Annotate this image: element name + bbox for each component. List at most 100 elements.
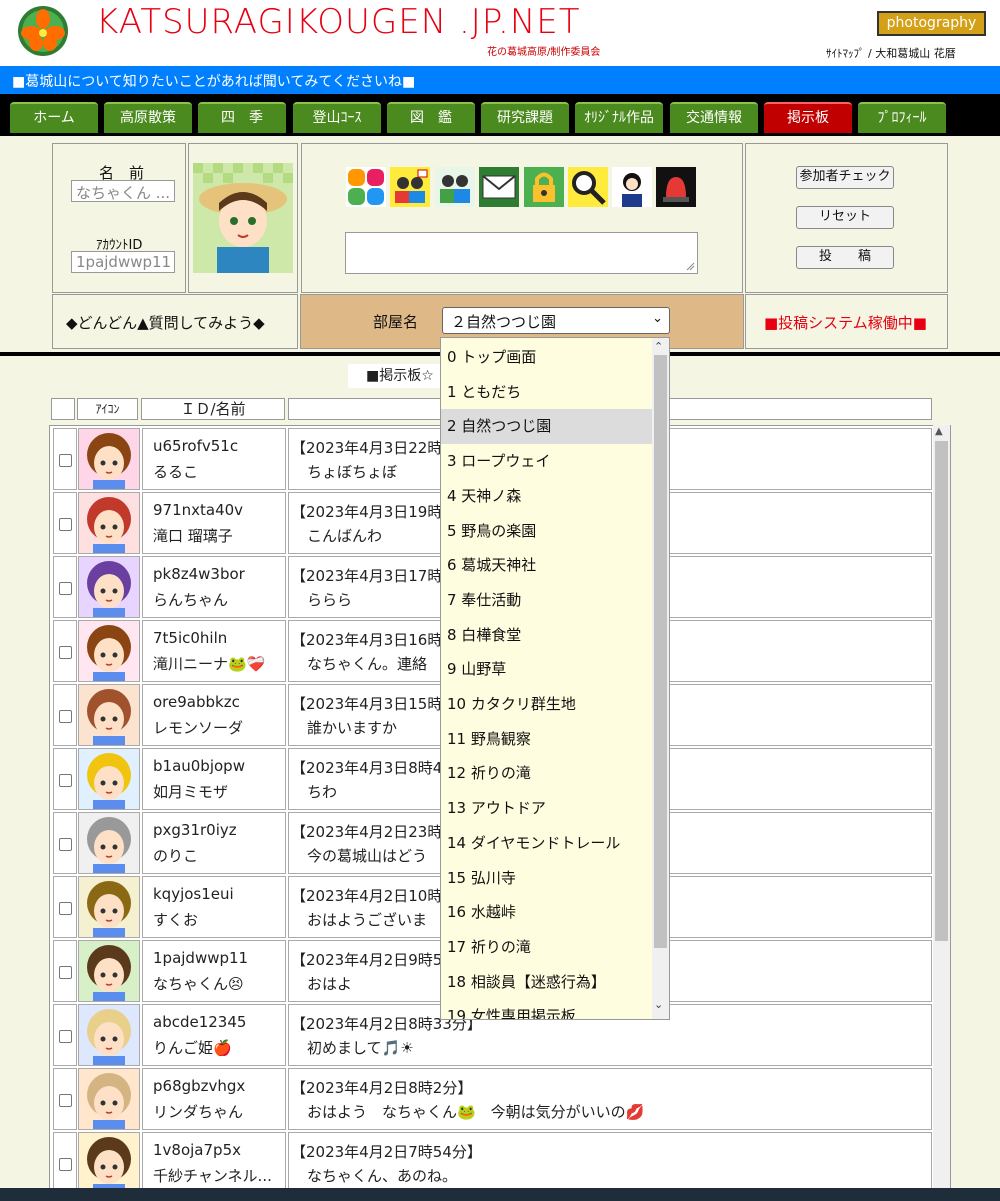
participant-check-button[interactable]: 参加者チェック bbox=[796, 166, 894, 189]
dropdown-option[interactable]: 5 野鳥の楽園 bbox=[441, 514, 653, 549]
user-id[interactable]: 1v8oja7p5x bbox=[153, 1141, 241, 1159]
dropdown-option[interactable]: 2 自然つつじ園 bbox=[441, 409, 653, 445]
group-icon[interactable] bbox=[435, 167, 475, 207]
sitemap-link[interactable]: ｻｲﾄﾏｯﾌﾟ / 大和葛城山 花暦 bbox=[826, 45, 956, 61]
tab-home[interactable]: ホーム bbox=[10, 102, 98, 133]
dropdown-option[interactable]: 7 奉仕活動 bbox=[441, 583, 653, 618]
select-checkbox[interactable] bbox=[59, 774, 72, 787]
user-avatar-icon[interactable] bbox=[79, 621, 139, 681]
user-avatar-icon[interactable] bbox=[79, 941, 139, 1001]
dropdown-option[interactable]: 10 カタクリ群生地 bbox=[441, 687, 653, 722]
list-scroll-thumb[interactable] bbox=[935, 441, 948, 941]
user-avatar-icon[interactable] bbox=[79, 1005, 139, 1065]
user-id[interactable]: p68gbzvhgx bbox=[153, 1077, 245, 1095]
envelope-icon[interactable] bbox=[479, 167, 519, 207]
dropdown-option[interactable]: 15 弘川寺 bbox=[441, 861, 653, 896]
user-id[interactable]: pk8z4w3bor bbox=[153, 565, 245, 583]
name-input[interactable]: なちゃくん ... bbox=[71, 180, 175, 202]
dropdown-option[interactable]: 19 女性専用掲示板 bbox=[441, 999, 653, 1019]
magnifier-icon[interactable] bbox=[568, 167, 608, 207]
select-checkbox[interactable] bbox=[59, 1158, 72, 1171]
tab-walk[interactable]: 高原散策 bbox=[104, 102, 192, 133]
user-id[interactable]: abcde12345 bbox=[153, 1013, 246, 1031]
dropdown-option[interactable]: 18 相談員【迷惑行為】 bbox=[441, 965, 653, 1000]
photography-button[interactable]: photography bbox=[877, 11, 986, 36]
alarm-light-icon[interactable] bbox=[656, 167, 696, 207]
tab-courses[interactable]: 登山ｺｰｽ bbox=[293, 102, 381, 133]
user-avatar-icon[interactable] bbox=[79, 493, 139, 553]
id-cell: pxg31r0iyz のりこ bbox=[142, 812, 286, 874]
select-checkbox[interactable] bbox=[59, 902, 72, 915]
user-id[interactable]: 7t5ic0hiln bbox=[153, 629, 227, 647]
user-name: すくお bbox=[153, 911, 199, 929]
account-input[interactable]: 1pajdwwp11 bbox=[71, 251, 175, 273]
message-textarea[interactable] bbox=[345, 232, 698, 274]
user-avatar-icon[interactable] bbox=[79, 1133, 139, 1191]
tab-profile[interactable]: ﾌﾟﾛﾌｨｰﾙ bbox=[858, 102, 946, 133]
dropdown-scroll-down-icon[interactable]: ⌄ bbox=[654, 998, 663, 1011]
user-id[interactable]: b1au0bjopw bbox=[153, 757, 245, 775]
user-avatar-icon[interactable] bbox=[79, 1069, 139, 1129]
select-checkbox[interactable] bbox=[59, 518, 72, 531]
avatar-cell bbox=[78, 812, 140, 874]
tab-traffic[interactable]: 交通情報 bbox=[670, 102, 758, 133]
dropdown-option[interactable]: 8 白樺食堂 bbox=[441, 618, 653, 653]
resize-handle-icon[interactable] bbox=[685, 261, 695, 271]
dropdown-option[interactable]: 16 水越峠 bbox=[441, 895, 653, 930]
dropdown-option[interactable]: 1 ともだち bbox=[441, 375, 653, 410]
scroll-up-icon[interactable]: ▲ bbox=[935, 426, 943, 437]
tab-research[interactable]: 研究課題 bbox=[481, 102, 569, 133]
post-text: 今の葛城山はどう bbox=[307, 847, 428, 865]
tab-seasons[interactable]: 四 季 bbox=[198, 102, 286, 133]
select-checkbox[interactable] bbox=[59, 1030, 72, 1043]
user-avatar-icon[interactable] bbox=[79, 557, 139, 617]
user-id[interactable]: pxg31r0iyz bbox=[153, 821, 237, 839]
dropdown-option[interactable]: 13 アウトドア bbox=[441, 791, 653, 826]
user-avatar-icon[interactable] bbox=[79, 877, 139, 937]
user-id[interactable]: u65rofv51c bbox=[153, 437, 238, 455]
dropdown-option[interactable]: 14 ダイヤモンドトレール bbox=[441, 826, 653, 861]
select-checkbox[interactable] bbox=[59, 582, 72, 595]
user-id[interactable]: ore9abbkzc bbox=[153, 693, 240, 711]
tab-board[interactable]: 掲示板 bbox=[764, 102, 852, 133]
dropdown-option[interactable]: 6 葛城天神社 bbox=[441, 548, 653, 583]
user-avatar-icon[interactable] bbox=[79, 429, 139, 489]
dropdown-option[interactable]: 17 祈りの滝 bbox=[441, 930, 653, 965]
lock-icon[interactable] bbox=[524, 167, 564, 207]
user-avatar-icon[interactable] bbox=[79, 685, 139, 745]
tab-original[interactable]: ｵﾘｼﾞﾅﾙ作品 bbox=[575, 102, 663, 133]
select-checkbox[interactable] bbox=[59, 838, 72, 851]
tab-guide[interactable]: 図 鑑 bbox=[387, 102, 475, 133]
user-id[interactable]: 1pajdwwp11 bbox=[153, 949, 248, 967]
select-checkbox[interactable] bbox=[59, 710, 72, 723]
user-avatar-icon[interactable] bbox=[79, 749, 139, 809]
dropdown-option[interactable]: 3 ロープウェイ bbox=[441, 444, 653, 479]
room-dropdown[interactable]: 0 トップ画面 1 ともだち 2 自然つつじ園 3 ロープウェイ 4 天神ノ森 5 野鳥の… bbox=[440, 337, 670, 1020]
dropdown-option[interactable]: 11 野鳥観察 bbox=[441, 722, 653, 757]
post-text: ちょぼちょぼ bbox=[307, 463, 398, 481]
reset-button[interactable]: リセット bbox=[796, 206, 894, 229]
check-cell bbox=[53, 1068, 77, 1130]
dropdown-option[interactable]: 4 天神ノ森 bbox=[441, 479, 653, 514]
select-checkbox[interactable] bbox=[59, 1094, 72, 1107]
dropdown-scroll-up-icon[interactable]: ⌃ bbox=[654, 340, 663, 353]
person-icon[interactable] bbox=[612, 167, 652, 207]
user-id[interactable]: 971nxta40v bbox=[153, 501, 243, 519]
id-cell: abcde12345 りんご姫🍎 bbox=[142, 1004, 286, 1066]
dropdown-option[interactable]: 12 祈りの滝 bbox=[441, 756, 653, 791]
site-title[interactable]: KATSURAGIKOUGEN .JP.NET bbox=[96, 2, 581, 42]
user-id[interactable]: kqyjos1eui bbox=[153, 885, 234, 903]
select-checkbox[interactable] bbox=[59, 646, 72, 659]
color-tiles-icon[interactable] bbox=[346, 167, 386, 207]
dropdown-option[interactable]: 9 山野草 bbox=[441, 652, 653, 687]
flower-logo-icon[interactable] bbox=[14, 5, 72, 57]
select-checkbox[interactable] bbox=[59, 454, 72, 467]
select-checkbox[interactable] bbox=[59, 966, 72, 979]
user-mail-icon[interactable] bbox=[390, 167, 430, 207]
user-avatar-icon[interactable] bbox=[79, 813, 139, 873]
post-button[interactable]: 投 稿 bbox=[796, 246, 894, 269]
avatar-image[interactable] bbox=[193, 163, 293, 273]
dropdown-option[interactable]: 0 トップ画面 bbox=[441, 340, 653, 375]
room-select[interactable]: ２自然つつじ園 ⌄ bbox=[442, 307, 670, 334]
dropdown-scroll-thumb[interactable] bbox=[654, 355, 667, 948]
